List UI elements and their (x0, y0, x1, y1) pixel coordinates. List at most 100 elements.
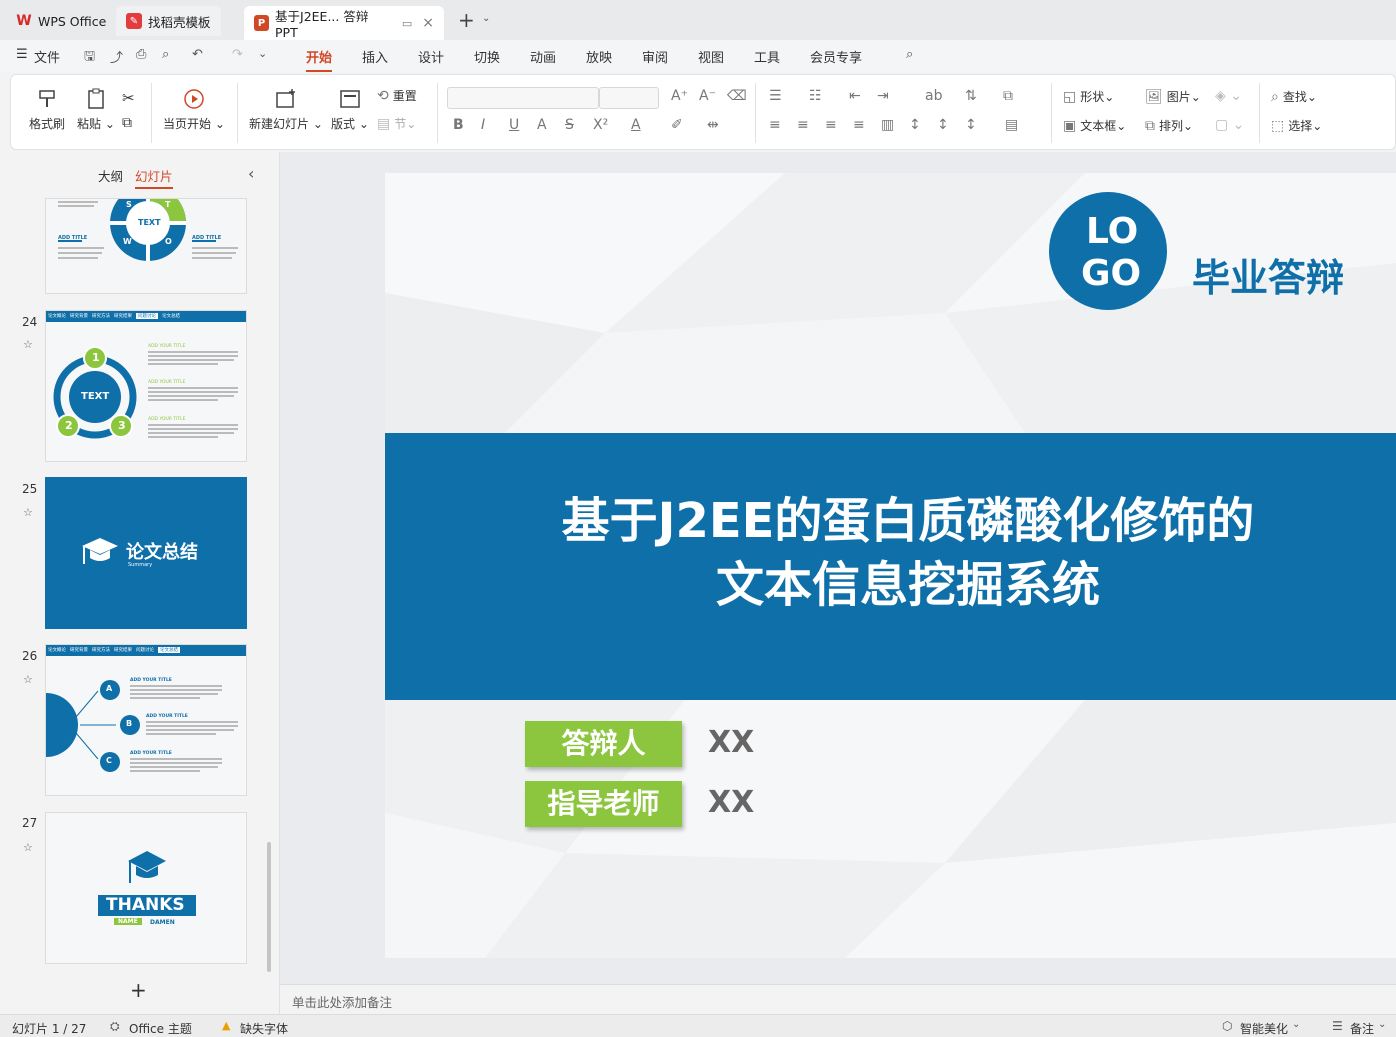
paste-button[interactable]: 粘贴 ⌄ (77, 87, 115, 132)
outline-icon[interactable]: ▢ ⌄ (1215, 117, 1244, 133)
save-icon[interactable]: 🖫 (84, 47, 95, 69)
char-spacing-icon[interactable]: ⇹ (707, 117, 719, 133)
slide-thumbnail-panel: 大纲 幻灯片 ‹ TEXT S T W O ADD TITLE ADD TITL… (0, 152, 280, 1014)
label: 文本框 (1080, 119, 1117, 133)
menu-tools[interactable]: 工具 (754, 47, 780, 66)
layout-button[interactable]: 版式 ⌄ (331, 87, 369, 132)
add-slide-button[interactable]: + (130, 978, 147, 1002)
convert-icon[interactable]: ⧉ (1003, 88, 1013, 104)
bold-icon[interactable]: B (453, 117, 464, 133)
tab-outline[interactable]: 大纲 (98, 166, 123, 185)
copy-icon[interactable]: ⧉ (122, 115, 132, 131)
slide-thumbnail-26[interactable]: 论文概论 研究背景 研究方法 研究结果 问题讨论 论文总结 A B C ADD YOUR … (45, 644, 247, 796)
slide-thumbnail-25[interactable]: 论文总结 Summary (45, 477, 247, 629)
star-icon[interactable]: ☆ (23, 673, 33, 686)
scrollbar-thumb[interactable] (267, 842, 271, 972)
close-icon[interactable]: × (422, 15, 434, 31)
undo-icon[interactable]: ↶ (192, 47, 203, 62)
menu-animation[interactable]: 动画 (530, 47, 556, 66)
underline-icon[interactable]: U (509, 117, 519, 133)
notes-toggle-button[interactable]: 备注 (1350, 1020, 1374, 1037)
thumb-text: TEXT (81, 391, 110, 402)
search-icon[interactable]: ⌕ (906, 47, 913, 62)
chevron-down-icon[interactable]: ⌄ (1292, 1019, 1300, 1030)
fill-icon[interactable]: ◈ ⌄ (1215, 88, 1242, 104)
vertical-align-icon[interactable]: ↕ (965, 117, 977, 133)
missing-font-link[interactable]: 缺失字体 (240, 1020, 288, 1037)
menu-review[interactable]: 审阅 (642, 47, 668, 66)
textbox-button[interactable]: ▣ 文本框 ⌄ (1063, 117, 1126, 134)
redo-icon[interactable]: ↷ (232, 47, 243, 62)
format-painter-button[interactable]: 格式刷 (29, 87, 65, 132)
text-box-align-icon[interactable]: ▤ (1005, 117, 1018, 133)
slide-thumbnail-24[interactable]: 论文概论 研究背景 研究方法 研究结果 问题讨论 论文总结 TEXT 1 2 3 ADD … (45, 310, 247, 462)
strikethrough-icon[interactable]: S (565, 117, 574, 133)
align-right-icon[interactable]: ≡ (825, 117, 837, 133)
abc-diagram (46, 680, 238, 772)
reset-button[interactable]: ⟲ 重置 (377, 87, 417, 104)
smart-beautify-button[interactable]: 智能美化 (1240, 1020, 1288, 1037)
slide-thumbnail-27[interactable]: THANKS NAME DAMEN (45, 812, 247, 964)
chevron-down-icon[interactable]: ⌄ (258, 47, 267, 60)
star-icon[interactable]: ☆ (23, 338, 33, 351)
print-icon[interactable]: ⎙ (136, 47, 146, 62)
menu-design[interactable]: 设计 (418, 47, 444, 66)
current-slide[interactable]: LO GO 毕业答辩 基于J2EE的蛋白质磷酸化修饰的 文本信息挖掘系统 答辩人… (385, 173, 1396, 958)
menu-home[interactable]: 开始 (306, 47, 333, 72)
tab-slides[interactable]: 幻灯片 (135, 166, 173, 189)
align-center-icon[interactable]: ≡ (797, 117, 809, 133)
shadow-icon[interactable]: A (537, 117, 547, 133)
chevron-down-icon[interactable]: ⌄ (1378, 1019, 1386, 1030)
paragraph-spacing-icon[interactable]: ↕ (937, 117, 949, 133)
numbered-list-icon[interactable]: ☷ (809, 88, 822, 104)
select-button[interactable]: ⬚ 选择 ⌄ (1271, 117, 1322, 134)
menu-slideshow[interactable]: 放映 (586, 47, 612, 66)
new-slide-button[interactable]: 新建幻灯片 ⌄ (249, 87, 323, 132)
clear-format-icon[interactable]: ⌫ (727, 88, 747, 104)
menu-member[interactable]: 会员专享 (810, 47, 862, 66)
slide-thumbnail-23[interactable]: TEXT S T W O ADD TITLE ADD TITLE (45, 198, 247, 294)
chevron-down-icon[interactable]: ⌄ (482, 13, 490, 24)
tab-wps-office[interactable]: W WPS Office (6, 6, 116, 36)
columns-icon[interactable]: ▥ (881, 117, 894, 133)
arrange-button[interactable]: ⧉ 排列 ⌄ (1145, 117, 1193, 134)
menu-file[interactable]: 文件 (34, 47, 60, 66)
share-icon[interactable]: ⤴ (110, 47, 123, 66)
menu-view[interactable]: 视图 (698, 47, 724, 66)
collapse-panel-icon[interactable]: ‹ (248, 164, 254, 183)
decrease-font-icon[interactable]: A⁻ (699, 88, 716, 104)
star-icon[interactable]: ☆ (23, 841, 33, 854)
print-preview-icon[interactable]: ⌕ (162, 47, 169, 62)
font-color-icon[interactable]: A (631, 117, 641, 133)
cut-icon[interactable]: ✂ (122, 89, 135, 107)
start-from-current-button[interactable]: 当页开始 ⌄ (163, 87, 225, 132)
increase-indent-icon[interactable]: ⇥ (877, 88, 889, 104)
shape-button[interactable]: ◱ 形状 ⌄ (1063, 88, 1114, 105)
line-spacing-icon[interactable]: ↕ (909, 117, 921, 133)
justify-icon[interactable]: ≡ (853, 117, 865, 133)
align-left-icon[interactable]: ≡ (769, 117, 781, 133)
text-direction-icon[interactable]: ab (925, 88, 942, 104)
theme-name[interactable]: Office 主题 (129, 1020, 192, 1037)
font-size-select[interactable] (599, 87, 659, 109)
section-button[interactable]: ▤ 节 ⌄ (377, 115, 416, 132)
new-tab-plus-icon[interactable]: + (458, 8, 475, 32)
monitor-icon[interactable]: ▭ (402, 17, 412, 30)
increase-font-icon[interactable]: A⁺ (671, 88, 688, 104)
italic-icon[interactable]: I (481, 117, 485, 133)
sort-icon[interactable]: ⇅ (965, 88, 977, 104)
bullet-list-icon[interactable]: ☰ (769, 88, 782, 104)
notes-pane[interactable]: 单击此处添加备注 (280, 984, 1396, 1014)
hamburger-icon[interactable]: ☰ (16, 47, 28, 62)
superscript-icon[interactable]: X² (593, 117, 608, 133)
star-icon[interactable]: ☆ (23, 506, 33, 519)
highlight-icon[interactable]: ✐ (671, 117, 683, 133)
tab-docer-templates[interactable]: ✎ 找稻壳模板 (116, 6, 221, 36)
menu-insert[interactable]: 插入 (362, 47, 388, 66)
font-family-select[interactable] (447, 87, 599, 109)
menu-transitions[interactable]: 切换 (474, 47, 500, 66)
decrease-indent-icon[interactable]: ⇤ (849, 88, 861, 104)
picture-button[interactable]: 🖼 图片 ⌄ (1145, 88, 1201, 105)
tab-current-presentation[interactable]: P 基于J2EE... 答辩PPT ▭ × (244, 6, 444, 40)
find-button[interactable]: ⌕ 查找 ⌄ (1271, 88, 1317, 105)
